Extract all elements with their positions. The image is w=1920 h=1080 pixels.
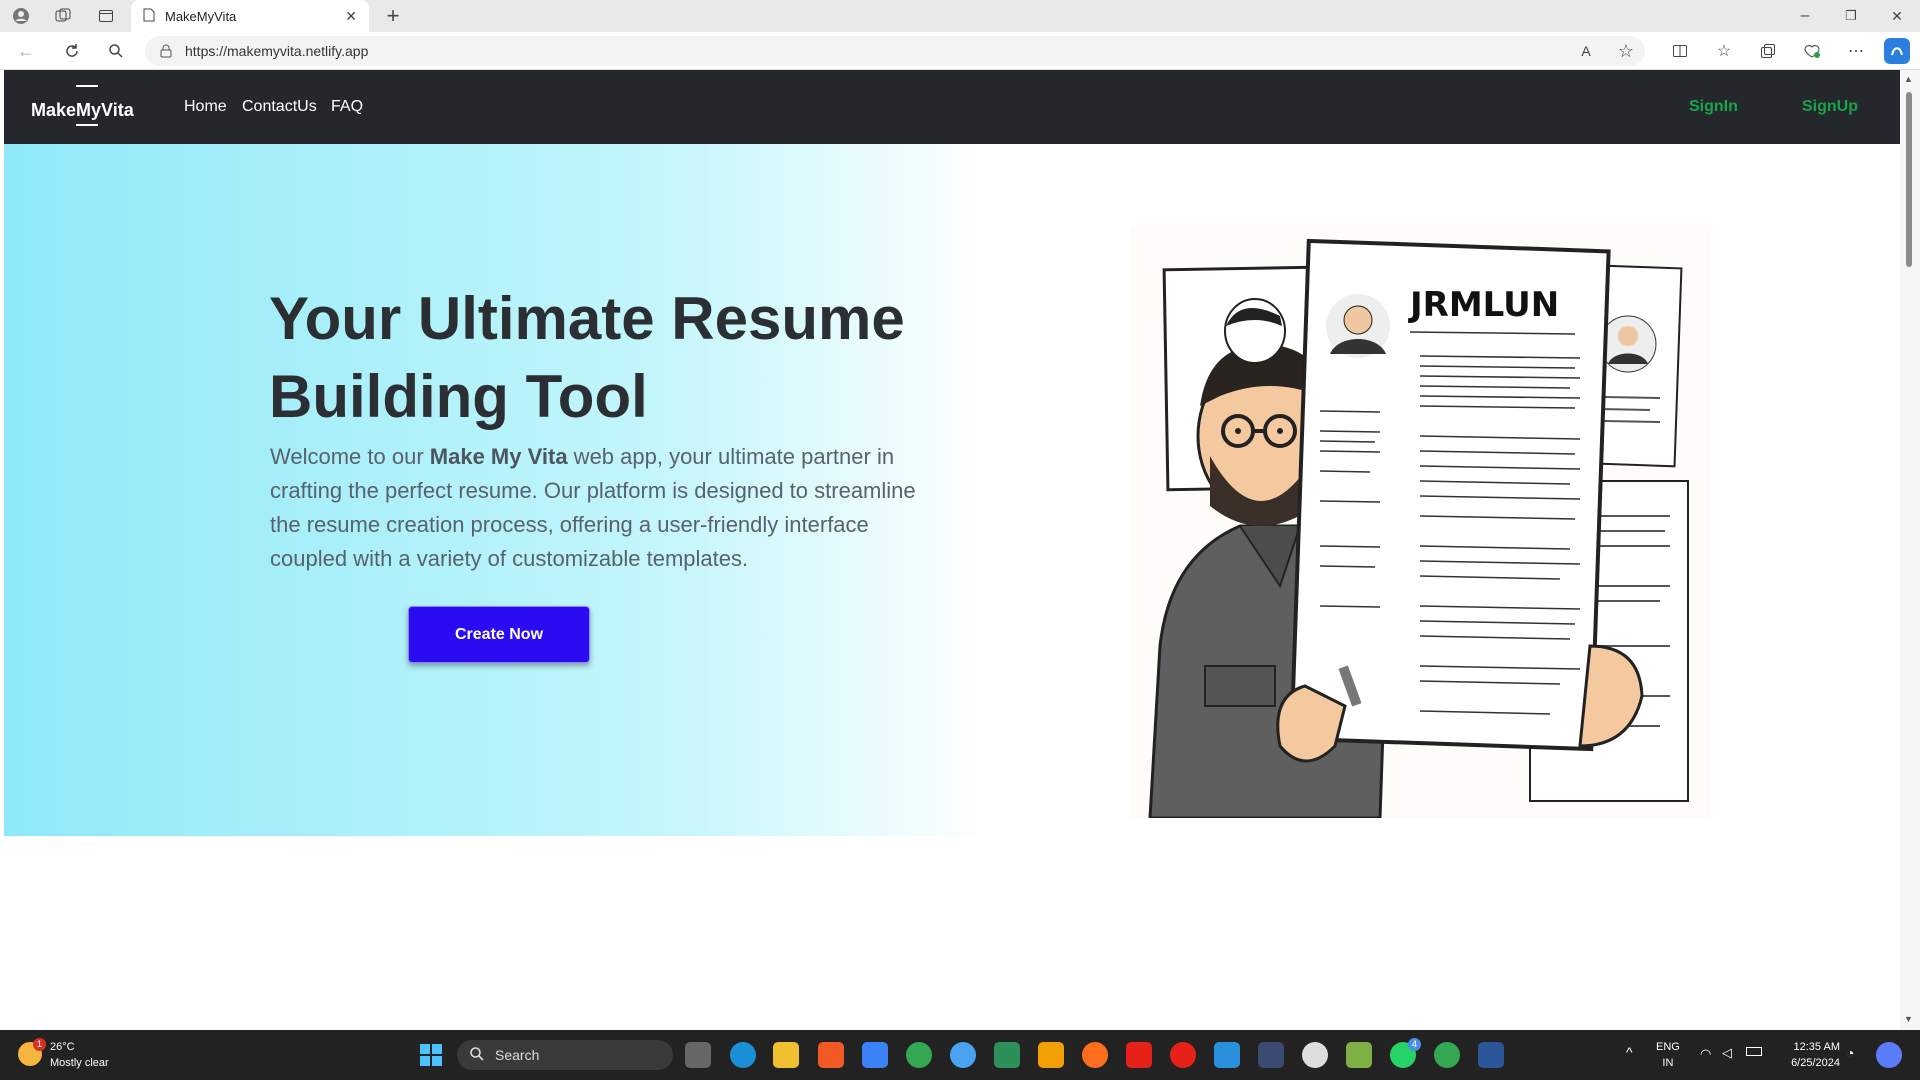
- url-text: https://makemyvita.netlify.app: [185, 43, 369, 59]
- browser-essentials-icon[interactable]: [1800, 40, 1824, 62]
- signin-link[interactable]: SignIn: [1689, 98, 1738, 116]
- restore-button[interactable]: ❐: [1836, 4, 1866, 28]
- site-info-icon[interactable]: [159, 43, 173, 62]
- nav-contact-link[interactable]: ContactUs: [242, 98, 317, 116]
- word-icon[interactable]: [1478, 1042, 1504, 1068]
- clock[interactable]: 12:35 AM 6/25/2024: [1778, 1039, 1840, 1071]
- site-navbar: MakeMyVita Home ContactUs FAQ SignIn Sig…: [4, 70, 1900, 144]
- scrollbar-thumb[interactable]: [1906, 92, 1912, 267]
- chrome-profile-icon[interactable]: [950, 1042, 976, 1068]
- favorite-star-icon[interactable]: ☆: [1614, 40, 1638, 62]
- search-glass-icon: [469, 1046, 485, 1065]
- start-icon[interactable]: [418, 1042, 444, 1068]
- tab-actions-icon[interactable]: [95, 6, 117, 26]
- brand-logo[interactable]: MakeMyVita: [31, 85, 134, 126]
- nav-faq-link[interactable]: FAQ: [331, 98, 363, 116]
- language-indicator[interactable]: ENG IN: [1656, 1039, 1680, 1071]
- address-bar-row: ← https://makemyvita.netlify.app A ☆ ☆ ⋯: [0, 32, 1920, 70]
- copilot-icon[interactable]: [1884, 38, 1910, 64]
- volume-icon[interactable]: ◁: [1722, 1045, 1732, 1061]
- whatsapp-badge: 4: [1408, 1038, 1421, 1051]
- browser-tab-strip: MakeMyVita ✕ + – ❐ ✕: [0, 0, 1920, 32]
- taskbar-search[interactable]: Search: [457, 1040, 673, 1070]
- brave-icon[interactable]: [818, 1042, 844, 1068]
- page-scrollbar[interactable]: ▲ ▼: [1900, 70, 1920, 1030]
- youtube-icon[interactable]: [1126, 1042, 1152, 1068]
- task-view-icon[interactable]: [685, 1042, 711, 1068]
- split-screen-icon[interactable]: [1668, 40, 1692, 62]
- signup-link[interactable]: SignUp: [1802, 98, 1858, 116]
- media-icon[interactable]: [994, 1042, 1020, 1068]
- collections-icon[interactable]: [1756, 40, 1780, 62]
- back-icon[interactable]: ←: [14, 40, 38, 62]
- edge-icon[interactable]: [730, 1042, 756, 1068]
- chrome-icon[interactable]: [906, 1042, 932, 1068]
- read-aloud-icon[interactable]: A: [1574, 40, 1598, 62]
- youtube-music-icon[interactable]: [1170, 1042, 1196, 1068]
- scroll-up-icon[interactable]: ▲: [1904, 74, 1913, 84]
- show-hidden-icons[interactable]: ^: [1626, 1044, 1633, 1060]
- page-icon: [143, 8, 155, 25]
- create-now-button[interactable]: Create Now: [408, 606, 590, 663]
- app-name-bold: Make My Vita: [429, 444, 568, 469]
- resume-heading: JRMLUN: [1408, 285, 1559, 325]
- address-field[interactable]: https://makemyvita.netlify.app: [145, 36, 1645, 66]
- notification-bell-icon[interactable]: ◔: [1846, 1045, 1854, 1061]
- xampp-icon[interactable]: [1038, 1042, 1064, 1068]
- vscode-icon[interactable]: [1214, 1042, 1240, 1068]
- hero-illustration: JRMLUN: [1130, 226, 1710, 818]
- tab-title: MakeMyVita: [165, 8, 237, 24]
- wifi-icon[interactable]: ◠: [1700, 1046, 1711, 1062]
- chrome-alt-icon[interactable]: [1434, 1042, 1460, 1068]
- weather-temp[interactable]: 26°C: [50, 1039, 75, 1055]
- hero-title: Your Ultimate Resume Building Tool: [269, 285, 905, 430]
- github-icon[interactable]: [1302, 1042, 1328, 1068]
- weather-badge: 1: [33, 1038, 46, 1051]
- minimize-button[interactable]: –: [1790, 4, 1820, 28]
- favorites-icon[interactable]: ☆: [1712, 40, 1736, 62]
- windows-taskbar: 1 26°C Mostly clear Search 4 ^ ENG IN ◠ ◁…: [0, 1030, 1920, 1080]
- nav-home-link[interactable]: Home: [184, 98, 227, 116]
- firefox-icon[interactable]: [1082, 1042, 1108, 1068]
- search-icon[interactable]: [104, 40, 128, 62]
- web-page: MakeMyVita Home ContactUs FAQ SignIn Sig…: [4, 70, 1900, 1030]
- new-tab-button[interactable]: +: [380, 3, 406, 28]
- scroll-down-icon[interactable]: ▼: [1904, 1014, 1913, 1024]
- browser-tab[interactable]: MakeMyVita ✕: [131, 0, 369, 32]
- profile-icon[interactable]: [10, 6, 32, 26]
- hero-description: Welcome to our Make My Vita web app, you…: [270, 444, 916, 571]
- notepad-icon[interactable]: [1346, 1042, 1372, 1068]
- weather-desc[interactable]: Mostly clear: [50, 1055, 109, 1071]
- dev-icon[interactable]: [1258, 1042, 1284, 1068]
- workspaces-icon[interactable]: [52, 6, 74, 26]
- file-explorer-icon[interactable]: [773, 1042, 799, 1068]
- battery-icon[interactable]: [1746, 1047, 1762, 1056]
- more-menu-icon[interactable]: ⋯: [1844, 40, 1868, 62]
- refresh-icon[interactable]: [60, 40, 84, 62]
- search-label: Search: [495, 1047, 540, 1063]
- copilot-taskbar-icon[interactable]: [1876, 1042, 1902, 1068]
- close-tab-icon[interactable]: ✕: [345, 8, 357, 25]
- store-icon[interactable]: [862, 1042, 888, 1068]
- window-close-button[interactable]: ✕: [1882, 4, 1912, 28]
